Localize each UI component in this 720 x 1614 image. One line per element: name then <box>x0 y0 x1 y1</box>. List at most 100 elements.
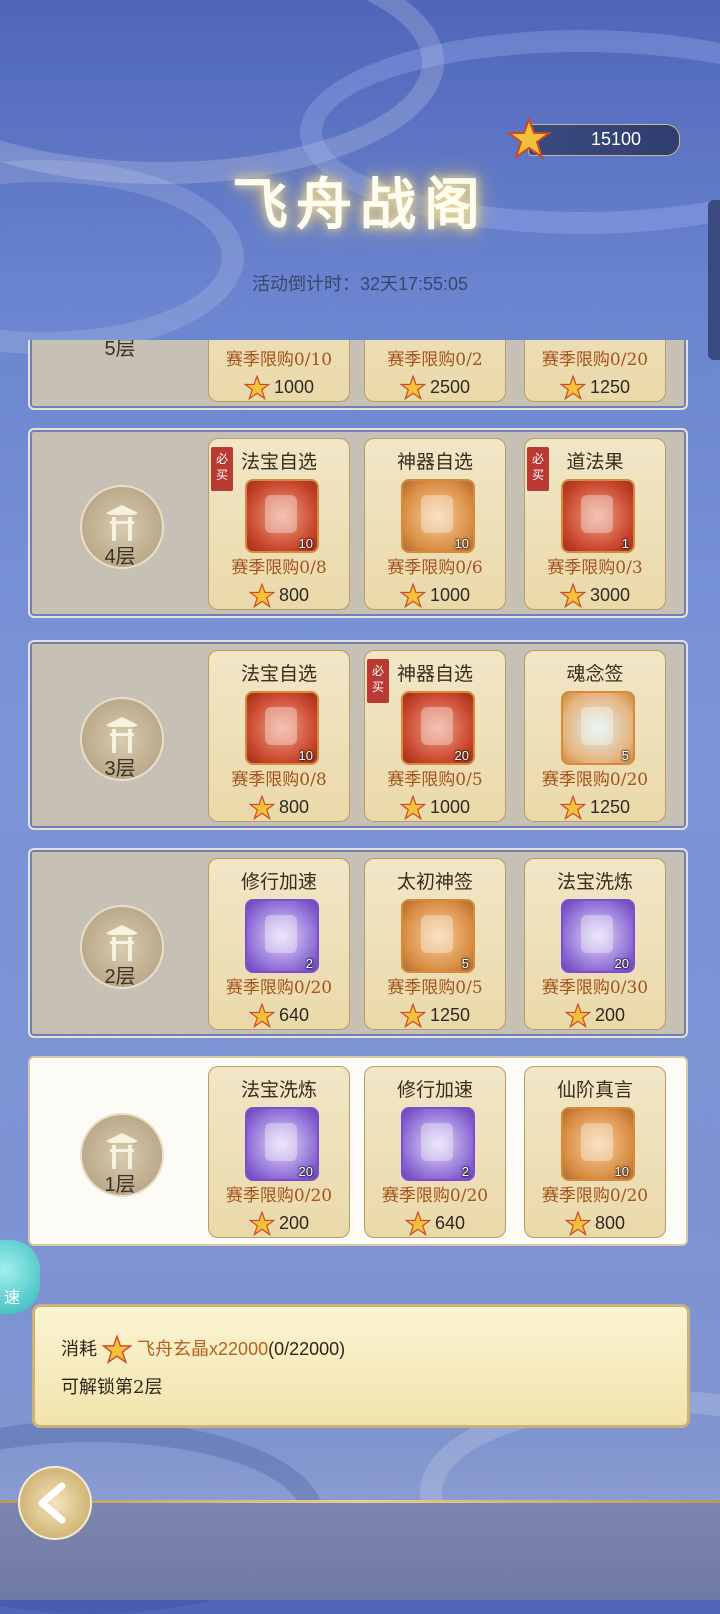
item-name: 法宝洗炼 <box>240 1079 317 1101</box>
unlock-item-name: 飞舟玄晶x22000 <box>137 1339 269 1359</box>
countdown-value: 32天17:55:05 <box>359 274 469 294</box>
shop-item-card[interactable]: 赛季限购0/20 1250 <box>524 340 666 402</box>
price-value: 800 <box>594 1212 626 1233</box>
star-currency-icon <box>101 1334 133 1365</box>
shop-item-card[interactable]: 必买 法宝自选 10 赛季限购0/8 800 <box>208 438 350 610</box>
item-quantity: 5 <box>461 956 469 971</box>
item-quantity: 10 <box>454 536 469 551</box>
star-currency-icon <box>248 582 276 609</box>
back-arrow-icon <box>38 1482 66 1524</box>
star-currency-icon <box>399 1002 427 1029</box>
floor-label: 4层 <box>104 546 136 568</box>
shop-item-card[interactable]: 神器自选 10 赛季限购0/6 1000 <box>364 438 506 610</box>
item-name: 修行加速 <box>396 1079 473 1101</box>
shop-item-card[interactable]: 修行加速 2 赛季限购0/20 640 <box>208 858 350 1030</box>
star-currency-icon <box>404 1210 432 1237</box>
purchase-limit: 赛季限购0/8 <box>231 558 327 578</box>
purchase-limit: 赛季限购0/20 <box>541 1186 649 1206</box>
price-value: 3000 <box>589 584 631 605</box>
back-button[interactable] <box>18 1466 92 1540</box>
shop-item-card[interactable]: 法宝自选 10 赛季限购0/8 800 <box>208 650 350 822</box>
price-value: 200 <box>278 1212 310 1233</box>
shop-item-card[interactable]: 必买 道法果 1 赛季限购0/3 3000 <box>524 438 666 610</box>
activity-countdown: 活动倒计时：32天17:55:05 <box>0 270 720 296</box>
unlock-target: 可解锁第2层 <box>61 1377 163 1398</box>
item-name: 法宝洗炼 <box>556 871 633 893</box>
page-title: 飞舟战阁 <box>232 172 488 238</box>
shop-item-card[interactable]: 赛季限购0/10 1000 <box>208 340 350 402</box>
floor-row: 2层 修行加速 2 赛季限购0/20 640 太初神签 5 赛季限购0/5 12… <box>28 848 688 1038</box>
item-price: 1250 <box>525 794 665 821</box>
shop-item-card[interactable]: 法宝洗炼 20 赛季限购0/30 200 <box>524 858 666 1030</box>
item-price: 1250 <box>525 374 665 401</box>
floor-list[interactable]: 5层 赛季限购0/10 1000 赛季限购0/2 2500 赛季限购0/20 1… <box>28 340 692 1270</box>
purchase-limit: 赛季限购0/2 <box>387 350 483 370</box>
refine-crystal-icon: 20 <box>561 899 635 973</box>
item-price: 3000 <box>525 582 665 609</box>
consume-label: 消耗 <box>61 1339 97 1360</box>
purchase-limit: 赛季限购0/20 <box>225 978 333 998</box>
price-value: 1000 <box>429 796 471 817</box>
item-name: 法宝自选 <box>240 663 317 685</box>
shop-item-card[interactable]: 魂念签 5 赛季限购0/20 1250 <box>524 650 666 822</box>
item-price: 640 <box>365 1210 505 1237</box>
item-name: 太初神签 <box>396 871 473 893</box>
item-price: 800 <box>525 1210 665 1237</box>
bottom-bar <box>0 1500 720 1600</box>
shop-item-card[interactable]: 必买 神器自选 20 赛季限购0/5 1000 <box>364 650 506 822</box>
item-quantity: 2 <box>305 956 313 971</box>
countdown-label: 活动倒计时： <box>251 274 360 295</box>
purchase-limit: 赛季限购0/10 <box>225 350 333 370</box>
shop-item-card[interactable]: 仙阶真言 10 赛季限购0/20 800 <box>524 1066 666 1238</box>
floor-label: 2层 <box>104 966 136 988</box>
item-price: 1000 <box>209 374 349 401</box>
floor-label: 3层 <box>104 758 136 780</box>
speed-button[interactable]: 速 <box>0 1240 40 1314</box>
purchase-limit: 赛季限购0/5 <box>387 770 483 790</box>
floor-row-active: 1层 法宝洗炼 20 赛季限购0/20 200 修行加速 2 赛季限购0/20 … <box>28 1056 688 1246</box>
star-currency-icon <box>564 1002 592 1029</box>
shop-item-card[interactable]: 太初神签 5 赛季限购0/5 1250 <box>364 858 506 1030</box>
purchase-limit: 赛季限购0/20 <box>225 1186 333 1206</box>
star-currency-icon <box>399 374 427 401</box>
speed-label: 速 <box>4 1288 21 1307</box>
item-name: 道法果 <box>566 451 624 473</box>
shop-item-card[interactable]: 法宝洗炼 20 赛季限购0/20 200 <box>208 1066 350 1238</box>
purchase-limit: 赛季限购0/3 <box>547 558 643 578</box>
floor-label: 1层 <box>104 1174 136 1196</box>
price-value: 1000 <box>429 584 471 605</box>
side-scroll-handle[interactable] <box>708 200 720 360</box>
item-quantity: 10 <box>298 748 313 763</box>
purchase-limit: 赛季限购0/8 <box>231 770 327 790</box>
item-price: 640 <box>209 1002 349 1029</box>
divine-lot-icon: 5 <box>401 899 475 973</box>
currency-value: 15100 <box>590 129 641 149</box>
unlock-cost-line: 消耗 飞舟玄晶x22000(0/22000) <box>61 1334 346 1365</box>
item-price: 800 <box>209 794 349 821</box>
price-value: 800 <box>278 796 310 817</box>
price-value: 1250 <box>429 1004 471 1025</box>
star-currency-icon <box>399 794 427 821</box>
unlock-progress: (0/22000) <box>268 1339 346 1359</box>
item-quantity: 10 <box>298 536 313 551</box>
shop-item-card[interactable]: 修行加速 2 赛季限购0/20 640 <box>364 1066 506 1238</box>
unlock-info-panel: 消耗 飞舟玄晶x22000(0/22000) 可解锁第2层 <box>32 1304 690 1428</box>
item-quantity: 20 <box>298 1164 313 1179</box>
price-value: 200 <box>594 1004 626 1025</box>
item-name: 修行加速 <box>240 871 317 893</box>
item-name: 仙阶真言 <box>556 1079 633 1101</box>
item-price: 2500 <box>365 374 505 401</box>
artifact-select-icon: 20 <box>401 691 475 765</box>
floor-row: 4层 必买 法宝自选 10 赛季限购0/8 800 神器自选 10 赛季限购0/… <box>28 428 688 618</box>
purchase-limit: 赛季限购0/5 <box>387 978 483 998</box>
item-price: 1000 <box>365 582 505 609</box>
treasure-select-icon: 10 <box>245 479 319 553</box>
cultivation-boost-icon: 2 <box>245 899 319 973</box>
price-value: 1000 <box>273 376 315 397</box>
shop-item-card[interactable]: 赛季限购0/2 2500 <box>364 340 506 402</box>
floor-label: 5层 <box>104 340 136 360</box>
purchase-limit: 赛季限购0/20 <box>381 1186 489 1206</box>
item-price: 200 <box>209 1210 349 1237</box>
price-value: 640 <box>434 1212 466 1233</box>
treasure-select-icon: 10 <box>245 691 319 765</box>
